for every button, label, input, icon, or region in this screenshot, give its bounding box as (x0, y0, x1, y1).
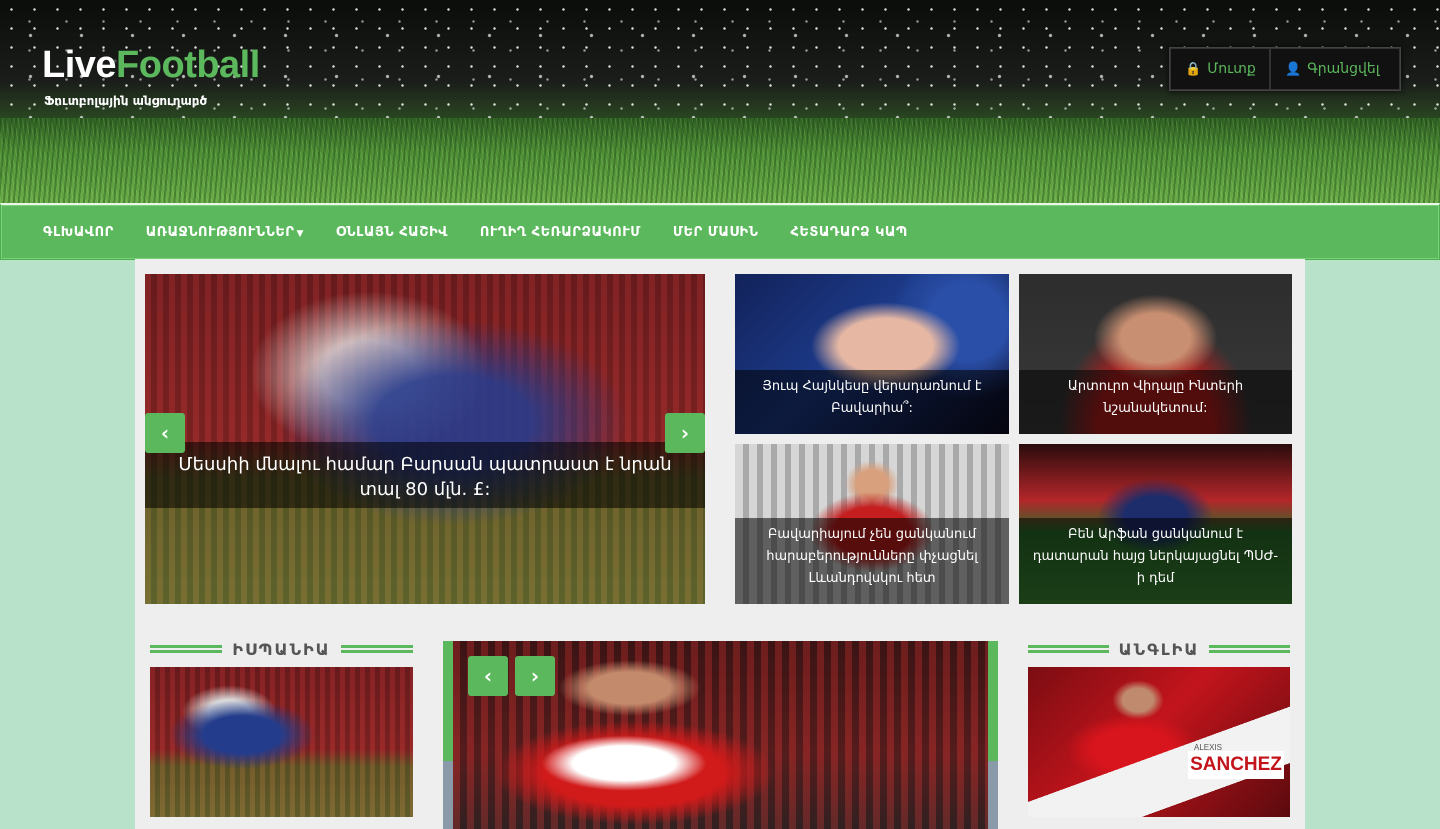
nav-item-championships-label: ԱՌԱՋՆՈՒԹՅՈՒՆՆԵՐ (145, 224, 295, 240)
chevron-down-icon: ▼ (296, 228, 304, 239)
featured-tile-2[interactable]: Արտուրո Վիդալը Ինտերի նշանակետում: (1019, 274, 1292, 434)
content-area: Մեսսիի մնալու համար Բարսան պատրաստ է նրա… (135, 259, 1305, 829)
featured-main-caption[interactable]: Մեսսիի մնալու համար Բարսան պատրաստ է նրա… (145, 442, 705, 508)
center-slider-edge (988, 761, 998, 829)
section-title-spain: ԻՍՊԱՆԻԱ (150, 639, 413, 659)
user-icon: 👤 (1285, 61, 1302, 77)
main-nav: ԳԼԽԱՎՈՐ ԱՌԱՋՆՈՒԹՅՈՒՆՆԵՐ ▼ ՕՆԼԱՅՆ ՀԱՇԻՎ ՈՒ… (0, 203, 1440, 260)
chevron-left-icon: ‹ (160, 421, 170, 445)
featured-tile-2-caption[interactable]: Արտուրո Վիդալը Ինտերի նշանակետում: (1019, 370, 1292, 434)
nav-item-home[interactable]: ԳԼԽԱՎՈՐ (27, 225, 130, 240)
site-header: LiveFootball Ֆուտբոլային անցուղարծ 🔒 Մու… (0, 0, 1440, 203)
nav-item-about[interactable]: ՄԵՐ ՄԱՍԻՆ (657, 225, 774, 240)
login-button[interactable]: 🔒 Մուտք (1170, 48, 1270, 90)
logo-text-live: Live (42, 44, 117, 86)
center-slider: ‹ › (443, 641, 998, 829)
section-divider (340, 645, 413, 653)
england-article-thumbnail[interactable]: ALEXIS SANCHEZ (1028, 667, 1290, 817)
featured-main-slide[interactable]: Մեսսիի մնալու համար Բարսան պատրաստ է նրա… (145, 274, 705, 604)
register-label: Գրանցվել (1307, 61, 1380, 77)
spain-article-thumbnail[interactable] (150, 667, 413, 817)
slider-prev-button[interactable]: ‹ (145, 413, 185, 453)
chevron-right-icon: › (530, 664, 540, 688)
logo-text-football: Football (116, 44, 260, 86)
section-title-spain-text[interactable]: ԻՍՊԱՆԻԱ (222, 640, 340, 659)
featured-tile-1-caption[interactable]: Յուպ Հայնկեսը վերադառնում է Բավարիա՞: (735, 370, 1009, 434)
nav-item-contact[interactable]: ՀԵՏԱԴԱՐՁ ԿԱՊ (774, 225, 923, 240)
center-slider-prev-button[interactable]: ‹ (468, 656, 508, 696)
section-title-england-text[interactable]: ԱՆԳԼԻԱ (1109, 640, 1210, 659)
section-divider (1028, 645, 1109, 653)
chevron-left-icon: ‹ (483, 664, 493, 688)
section-divider (1209, 645, 1290, 653)
thumbnail-player-name: SANCHEZ (1188, 751, 1284, 779)
nav-item-championships[interactable]: ԱՌԱՋՆՈՒԹՅՈՒՆՆԵՐ ▼ (130, 225, 320, 240)
featured-tile-4[interactable]: Բեն Արֆան ցանկանում է դատարան հայց ներկա… (1019, 444, 1292, 604)
section-title-england: ԱՆԳԼԻԱ (1028, 639, 1290, 659)
featured-tile-1[interactable]: Յուպ Հայնկեսը վերադառնում է Բավարիա՞: (735, 274, 1009, 434)
site-logo[interactable]: LiveFootball (42, 46, 260, 84)
featured-tile-3-caption[interactable]: Բավարիայում չեն ցանկանում հարաբերություն… (735, 518, 1009, 604)
login-label: Մուտք (1207, 61, 1256, 77)
featured-tile-4-caption[interactable]: Բեն Արֆան ցանկանում է դատարան հայց ներկա… (1019, 518, 1292, 604)
section-divider (150, 645, 223, 653)
slider-next-button[interactable]: › (665, 413, 705, 453)
center-slider-edge (443, 761, 453, 829)
site-tagline: Ֆուտբոլային անցուղարծ (44, 94, 208, 108)
center-slider-next-button[interactable]: › (515, 656, 555, 696)
featured-tile-3[interactable]: Բավարիայում չեն ցանկանում հարաբերություն… (735, 444, 1009, 604)
nav-item-live-broadcast[interactable]: ՈՒՂԻՂ ՀԵՌԱՐՁԱԿՈՒՄ (464, 225, 657, 240)
auth-buttons: 🔒 Մուտք 👤 Գրանցվել (1169, 47, 1401, 91)
register-button[interactable]: 👤 Գրանցվել (1270, 48, 1400, 90)
chevron-right-icon: › (680, 421, 690, 445)
lock-icon: 🔒 (1185, 61, 1202, 77)
nav-item-online-score[interactable]: ՕՆԼԱՅՆ ՀԱՇԻՎ (320, 225, 464, 240)
header-background-grass (0, 118, 1440, 203)
